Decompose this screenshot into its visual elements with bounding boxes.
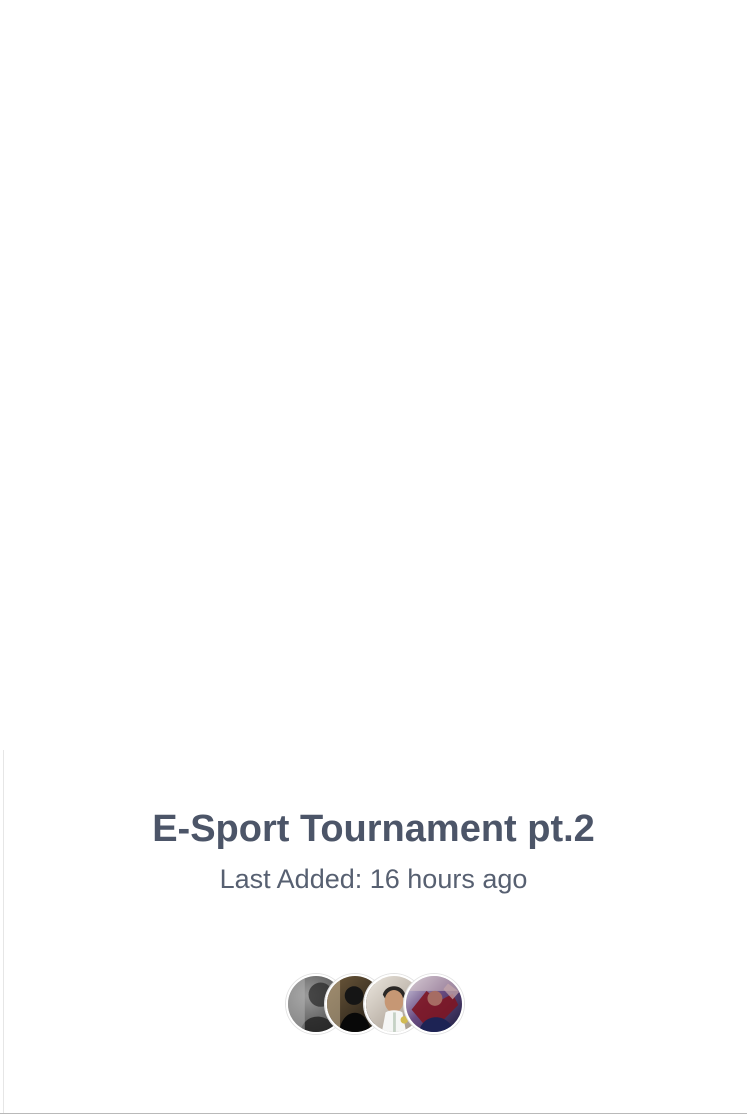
card-bottom-border (0, 1113, 747, 1114)
avatar[interactable] (404, 974, 464, 1034)
album-title[interactable]: E-Sport Tournament pt.2 (0, 805, 747, 853)
page: E-Sport Tournament pt.2 Last Added: 16 h… (0, 0, 747, 1118)
album-card[interactable]: E-Sport Tournament pt.2 Last Added: 16 h… (0, 0, 747, 1114)
last-added-timestamp: Last Added: 16 hours ago (219, 864, 528, 894)
contributors-avatar-stack[interactable] (286, 974, 466, 1038)
